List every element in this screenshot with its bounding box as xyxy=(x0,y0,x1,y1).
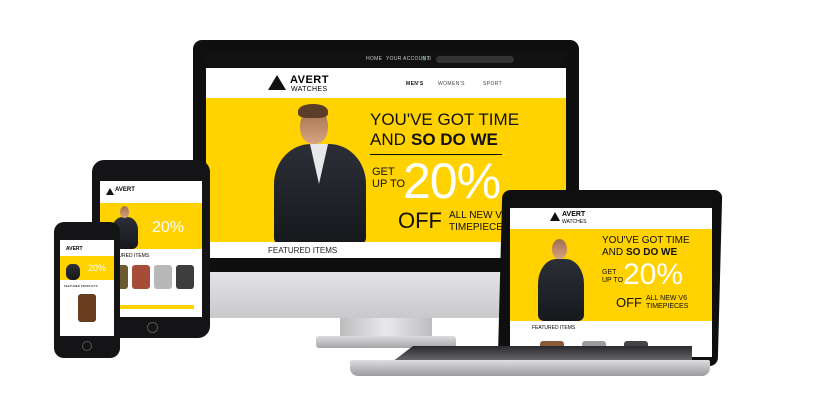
logo-icon xyxy=(268,75,286,90)
hero-allnew: ALL NEW V6 xyxy=(449,210,508,221)
phone-screen: AVERT 20% FEATURED PRODUCTS xyxy=(60,240,114,336)
phone-hero: 20% xyxy=(60,256,114,280)
tablet-watch-thumb[interactable] xyxy=(154,265,172,289)
laptop-base xyxy=(350,360,710,376)
tablet-logo-icon xyxy=(106,188,114,195)
home-link[interactable]: HOME xyxy=(366,56,382,62)
laptop-model-suit xyxy=(538,259,584,321)
laptop-topbar xyxy=(510,199,712,208)
laptop-brand-sub: WATCHES xyxy=(562,219,587,225)
brand-name: AVERT xyxy=(290,74,329,86)
cart-count: 0 xyxy=(428,56,432,62)
top-bar: HOME YOUR ACCOUNT 🛒 0 xyxy=(206,52,566,68)
laptop-hero-get: GET xyxy=(602,269,617,276)
laptop-hero-line2b: SO DO WE xyxy=(626,247,678,258)
laptop-hero-timepieces: TIMEPIECES xyxy=(646,303,689,310)
laptop-hero-off: OFF xyxy=(616,295,642,310)
hero-get: GET xyxy=(372,166,395,178)
laptop-screen: AVERT WATCHES YOU'VE GOT TIME AND SO DO … xyxy=(510,199,712,357)
tablet-watch-thumb[interactable] xyxy=(132,265,150,289)
hero-off: OFF xyxy=(398,208,442,233)
phone-home-button[interactable] xyxy=(82,341,92,351)
hero-line1: YOU'VE GOT TIME xyxy=(370,110,520,129)
tablet-model-head xyxy=(120,206,129,218)
site-header: AVERT WATCHES MEN'S WOMEN'S SPORT xyxy=(206,68,566,98)
tablet-hero-percent: 20% xyxy=(152,219,185,236)
laptop-model-head xyxy=(552,239,567,259)
phone-featured-title: FEATURED PRODUCTS xyxy=(64,284,98,288)
laptop-hero-line2a: AND xyxy=(602,247,624,258)
phone-watch-thumb[interactable] xyxy=(78,294,96,322)
hero-line2a: AND xyxy=(370,130,406,149)
monitor-stand-neck xyxy=(340,318,432,338)
tablet-home-button[interactable] xyxy=(147,322,158,333)
search-input[interactable] xyxy=(436,56,514,63)
laptop-hero-allnew: ALL NEW V6 xyxy=(646,295,687,302)
laptop-hero-percent: 20% xyxy=(623,258,684,291)
hero-line2b: SO DO WE xyxy=(411,130,498,149)
nav-women[interactable]: WOMEN'S xyxy=(438,81,465,87)
laptop-hero-upto: UP TO xyxy=(602,277,624,284)
hero-percent: 20% xyxy=(403,153,501,209)
tablet-watch-thumb[interactable] xyxy=(176,265,194,289)
laptop-brand: AVERT xyxy=(562,211,586,218)
tablet-brand: AVERT xyxy=(115,187,135,193)
tablet-buy-buttons[interactable] xyxy=(110,305,194,309)
hero-upto: UP TO xyxy=(372,178,406,190)
cart-icon[interactable]: 🛒 xyxy=(421,56,428,62)
phone-hero-percent: 20% xyxy=(88,263,107,273)
brand-sub: WATCHES xyxy=(291,86,328,93)
laptop-logo-icon xyxy=(550,212,560,221)
phone-brand: AVERT xyxy=(66,246,83,252)
nav-men[interactable]: MEN'S xyxy=(406,81,424,87)
laptop-hero: YOU'VE GOT TIME AND SO DO WE GET UP TO 2… xyxy=(510,229,712,321)
nav-sport[interactable]: SPORT xyxy=(483,81,502,87)
laptop-hero-line1: YOU'VE GOT TIME xyxy=(602,235,690,246)
phone-model-suit xyxy=(66,264,80,280)
model-hair xyxy=(298,104,328,118)
featured-title: FEATURED ITEMS xyxy=(268,246,338,255)
laptop-featured-title: FEATURED ITEMS xyxy=(532,325,576,331)
